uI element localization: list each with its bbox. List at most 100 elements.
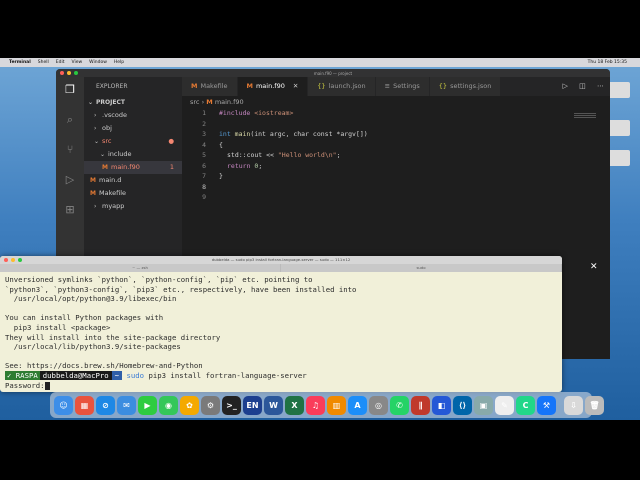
- dock-finder-icon[interactable]: ☺: [54, 395, 73, 415]
- project-folder[interactable]: ⌄ PROJECT: [84, 96, 182, 109]
- desktop-drive-icon[interactable]: [608, 82, 630, 98]
- dock-xcode-icon[interactable]: ⚒: [537, 395, 556, 415]
- editor-tabs: M Makefile Mmain.f90 ✕ {} launch.json ≡ Sett…: [182, 77, 610, 96]
- dock-textedit-icon[interactable]: ✎: [495, 395, 514, 415]
- minimize-window-icon[interactable]: [11, 258, 15, 262]
- dock-xcode-instruments-icon[interactable]: ◧: [432, 395, 451, 415]
- terminal-tab-zsh[interactable]: ~ — zsh: [0, 264, 281, 272]
- file-icon: M: [90, 177, 96, 184]
- dock-terminal-icon[interactable]: >_: [222, 395, 241, 415]
- run-debug-icon[interactable]: ▷: [63, 173, 77, 187]
- dock-books-icon[interactable]: ▥: [327, 395, 346, 415]
- split-editor-icon[interactable]: ◫: [579, 82, 586, 90]
- dock-messages-icon[interactable]: ◉: [159, 395, 178, 415]
- terminal-window: dubbelda — sudo pip3 install fortran-lan…: [0, 256, 562, 392]
- close-panel-icon[interactable]: ✕: [590, 262, 598, 272]
- dock-excel-icon[interactable]: X: [285, 395, 304, 415]
- zoom-window-icon[interactable]: [74, 71, 78, 75]
- tree-item-makefile[interactable]: M Makefile: [84, 187, 182, 200]
- run-icon[interactable]: ▷: [563, 82, 568, 90]
- code-line: {: [219, 140, 223, 149]
- menu-shell[interactable]: Shell: [38, 60, 49, 65]
- tree-item-main-f90[interactable]: Mmain.f90 1: [84, 161, 182, 174]
- dock-app-store-icon[interactable]: A: [348, 395, 367, 415]
- dock-launchpad-icon[interactable]: ▦: [75, 395, 94, 415]
- tab-settings-json[interactable]: {} settings.json: [429, 77, 502, 96]
- more-actions-icon[interactable]: ⋯: [597, 82, 604, 90]
- terminal-title-bar[interactable]: dubbelda — sudo pip3 install fortran-lan…: [0, 256, 562, 264]
- desktop-drive-icon[interactable]: [608, 150, 630, 166]
- password-line[interactable]: Password:: [5, 381, 557, 391]
- dock-word-icon[interactable]: W: [264, 395, 283, 415]
- makefile-icon: M: [206, 98, 213, 106]
- terminal-line: pip3 install <package>: [5, 322, 111, 332]
- dock-vscode-icon[interactable]: ⟨⟩: [453, 395, 472, 415]
- tab-settings[interactable]: ≡ Settings: [375, 77, 430, 96]
- tree-item-myapp[interactable]: › myapp: [84, 200, 182, 213]
- tree-item-src[interactable]: ⌄ src ●: [84, 135, 182, 148]
- terminal-line: /usr/local/opt/python@3.9/libexec/bin: [5, 294, 177, 304]
- line-number: 3: [202, 130, 206, 138]
- password-prompt: Password:: [5, 380, 45, 390]
- tab-main-f90[interactable]: Mmain.f90 ✕: [237, 77, 309, 96]
- tab-launch-json[interactable]: {} launch.json: [308, 77, 376, 96]
- tree-item-include[interactable]: ⌄ include: [84, 148, 182, 161]
- menu-window[interactable]: Window: [89, 60, 107, 65]
- code-line: #include <iostream>: [219, 109, 294, 117]
- dock-preview-icon[interactable]: ▣: [474, 395, 493, 415]
- dock: ☺ ▦ ⊘ ✉ ▶ ◉ ✿ ⚙ >_ EN W X ♫ ▥ A ◎ ✆ ∥ ◧ ⟨⟩ ▣ ✎ C ⚒ ⇩ 🗑: [50, 392, 604, 418]
- menu-clock[interactable]: Thu 18 Feb 15:35: [588, 60, 627, 65]
- code-line: }: [219, 172, 223, 180]
- menu-view[interactable]: View: [71, 60, 82, 65]
- dock-chrome-icon[interactable]: ◎: [369, 395, 388, 415]
- menu-edit[interactable]: Edit: [56, 60, 65, 65]
- dock-parallels-icon[interactable]: ∥: [411, 395, 430, 415]
- dock-system-prefs-icon[interactable]: ⚙: [201, 395, 220, 415]
- dock-photos-icon[interactable]: ✿: [180, 395, 199, 415]
- chevron-down-icon: ⌄: [88, 99, 94, 106]
- tab-makefile[interactable]: M Makefile: [182, 77, 238, 96]
- source-control-icon[interactable]: ⑂: [63, 143, 77, 157]
- makefile-icon: M: [90, 190, 96, 197]
- dock-music-icon[interactable]: ♫: [306, 395, 325, 415]
- tree-item-vscode[interactable]: › .vscode: [84, 109, 182, 122]
- breadcrumb: src › M main.f90: [182, 96, 610, 108]
- vscode-title-bar[interactable]: main.f90 — project: [56, 69, 610, 77]
- minimap[interactable]: [574, 113, 596, 121]
- command-sudo: sudo: [126, 370, 145, 380]
- zoom-window-icon[interactable]: [18, 258, 22, 262]
- dock-trash-icon[interactable]: 🗑: [585, 395, 604, 415]
- close-window-icon[interactable]: [4, 258, 8, 262]
- close-window-icon[interactable]: [60, 71, 64, 75]
- prompt-env: ✓ RASPA: [5, 370, 40, 380]
- dock-safari-icon[interactable]: ⊘: [96, 395, 115, 415]
- breadcrumb-file[interactable]: main.f90: [215, 98, 244, 106]
- extensions-icon[interactable]: ⊞: [63, 203, 77, 217]
- search-icon[interactable]: ⌕: [63, 113, 77, 127]
- dock-mail-icon[interactable]: ✉: [117, 395, 136, 415]
- menu-help[interactable]: Help: [114, 60, 124, 65]
- chevron-right-icon: ›: [94, 112, 97, 119]
- menu-terminal[interactable]: Terminal: [9, 60, 31, 65]
- dock-whatsapp-icon[interactable]: ✆: [390, 395, 409, 415]
- minimize-window-icon[interactable]: [67, 71, 71, 75]
- tree-item-obj[interactable]: › obj: [84, 122, 182, 135]
- explorer-icon[interactable]: ❐: [63, 83, 77, 97]
- tree-item-main-d[interactable]: Mmain.d: [84, 174, 182, 187]
- breadcrumb-folder[interactable]: src: [190, 98, 200, 106]
- chevron-right-icon: ›: [94, 125, 97, 132]
- terminal-line: You can install Python packages with: [5, 313, 164, 323]
- terminal-tab-sudo[interactable]: sudo: [281, 264, 562, 272]
- line-number: 1: [202, 109, 206, 117]
- terminal-output[interactable]: Unversioned symlinks `python`, `python-c…: [0, 272, 562, 390]
- error-dot-icon: ●: [168, 137, 174, 145]
- terminal-line: ​: [5, 304, 557, 314]
- dock-facetime-icon[interactable]: ▶: [138, 395, 157, 415]
- dock-downloads-icon[interactable]: ⇩: [564, 395, 583, 415]
- dock-english-icon[interactable]: EN: [243, 395, 262, 415]
- dock-clion-icon[interactable]: C: [516, 395, 535, 415]
- chevron-right-icon: ›: [94, 203, 97, 210]
- close-tab-icon[interactable]: ✕: [293, 82, 298, 90]
- desktop-drive-icon[interactable]: [608, 120, 630, 136]
- text-cursor: [44, 381, 50, 390]
